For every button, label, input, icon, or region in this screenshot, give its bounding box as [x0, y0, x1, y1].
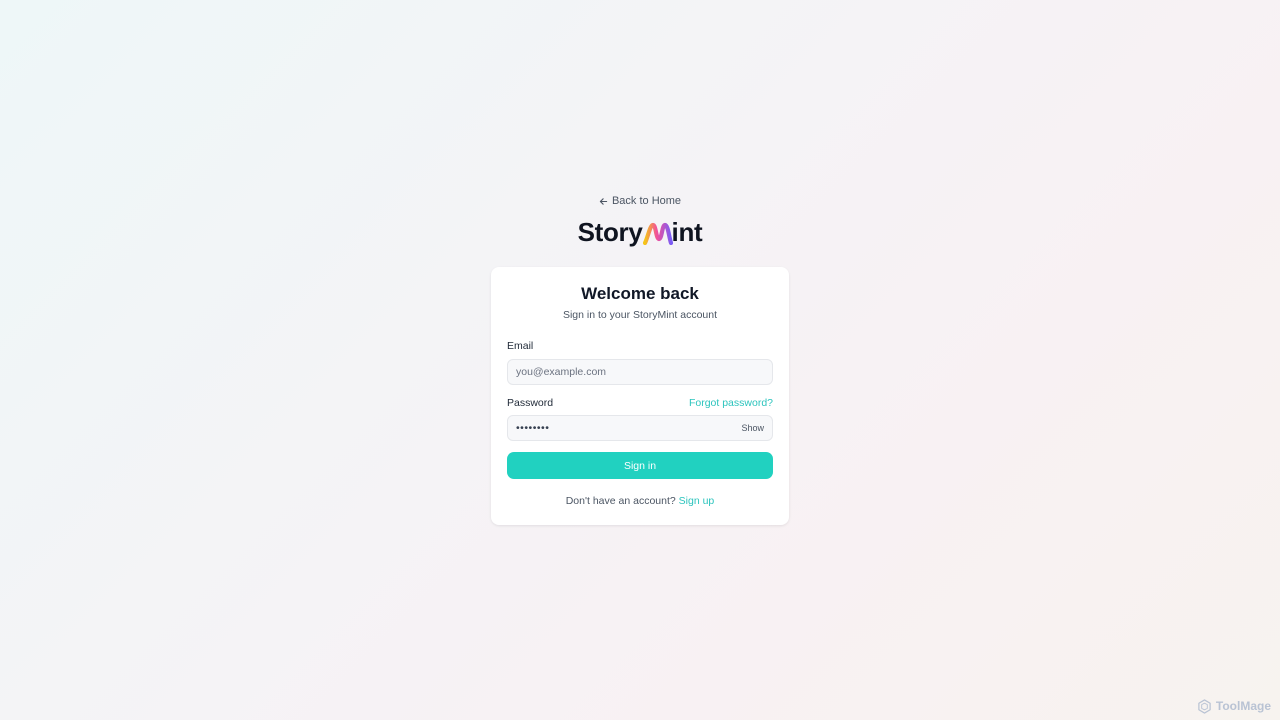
watermark-text: ToolMage [1215, 699, 1271, 713]
m-wave-logo-icon [642, 222, 673, 245]
back-to-home: Back to Home [0, 194, 1280, 208]
brand-name-suffix: int [671, 217, 703, 247]
sign-in-button[interactable]: Sign in [507, 452, 773, 479]
arrow-left-icon [599, 197, 608, 205]
brand-logo: Story int [0, 214, 1280, 250]
brand-name-prefix: Story [577, 217, 643, 247]
back-to-home-link[interactable]: Back to Home [599, 194, 681, 208]
hexagon-logo-icon [1198, 698, 1211, 714]
signup-prompt: Don't have an account? Sign up [491, 494, 789, 508]
signup-prompt-text: Don't have an account? [565, 495, 676, 507]
password-label: Password [507, 397, 554, 409]
sign-up-link[interactable]: Sign up [679, 495, 715, 507]
email-field-container [507, 359, 773, 385]
back-to-home-label: Back to Home [611, 195, 682, 207]
password-field[interactable] [508, 416, 772, 440]
password-field-container: Show [507, 415, 773, 441]
forgot-password-link[interactable]: Forgot password? [689, 396, 773, 410]
login-card: Welcome back Sign in to your StoryMint a… [491, 267, 789, 525]
email-field[interactable] [508, 360, 772, 384]
brand-wordmark: Story int [578, 217, 703, 247]
show-password-button[interactable]: Show [741, 422, 764, 434]
email-label: Email [507, 340, 534, 352]
watermark: ToolMage [1197, 698, 1271, 714]
page-subtitle: Sign in to your StoryMint account [562, 309, 718, 321]
page-title: Welcome back [581, 284, 699, 303]
